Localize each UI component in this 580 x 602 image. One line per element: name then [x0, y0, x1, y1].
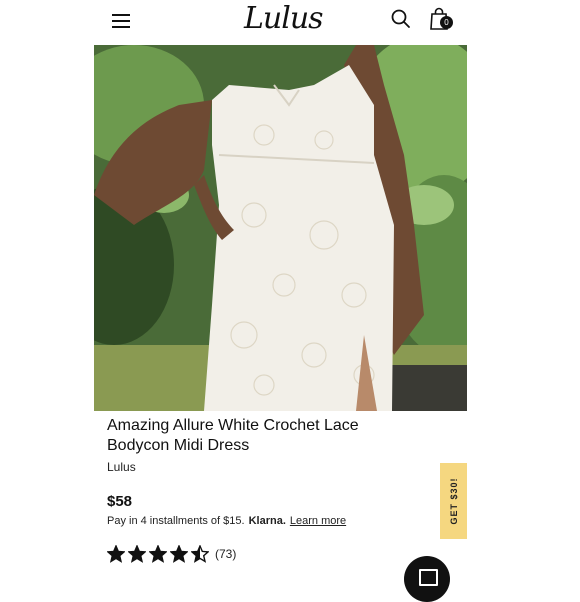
site-header: Lulus 0 [0, 0, 580, 44]
promo-label: GET $30! [448, 477, 459, 525]
site-logo[interactable]: Lulus [244, 2, 324, 36]
promo-tab[interactable]: GET $30! [440, 463, 467, 539]
star-full-icon [170, 545, 188, 563]
chat-icon [419, 569, 438, 586]
star-full-icon [128, 545, 146, 563]
installments-text: Pay in 4 installments of $15. [107, 515, 245, 527]
rating-stars[interactable]: (73) [107, 545, 236, 563]
product-title: Amazing Allure White Crochet Lace Bodyco… [107, 417, 359, 454]
installments-info: Pay in 4 installments of $15. Klarna. Lear… [107, 515, 346, 527]
product-photo-illustration [94, 45, 467, 411]
chat-button[interactable] [404, 556, 450, 602]
review-count[interactable]: (73) [215, 547, 236, 561]
search-icon[interactable] [390, 8, 412, 30]
star-full-icon [107, 545, 125, 563]
product-brand[interactable]: Lulus [107, 460, 136, 474]
star-full-icon [149, 545, 167, 563]
learn-more-link[interactable]: Learn more [290, 515, 346, 527]
product-image[interactable] [94, 45, 467, 411]
menu-icon[interactable] [110, 10, 132, 32]
product-price: $58 [107, 493, 133, 510]
cart-count-badge: 0 [440, 16, 453, 29]
star-half-icon [191, 545, 209, 563]
klarna-logo: Klarna. [248, 515, 286, 527]
